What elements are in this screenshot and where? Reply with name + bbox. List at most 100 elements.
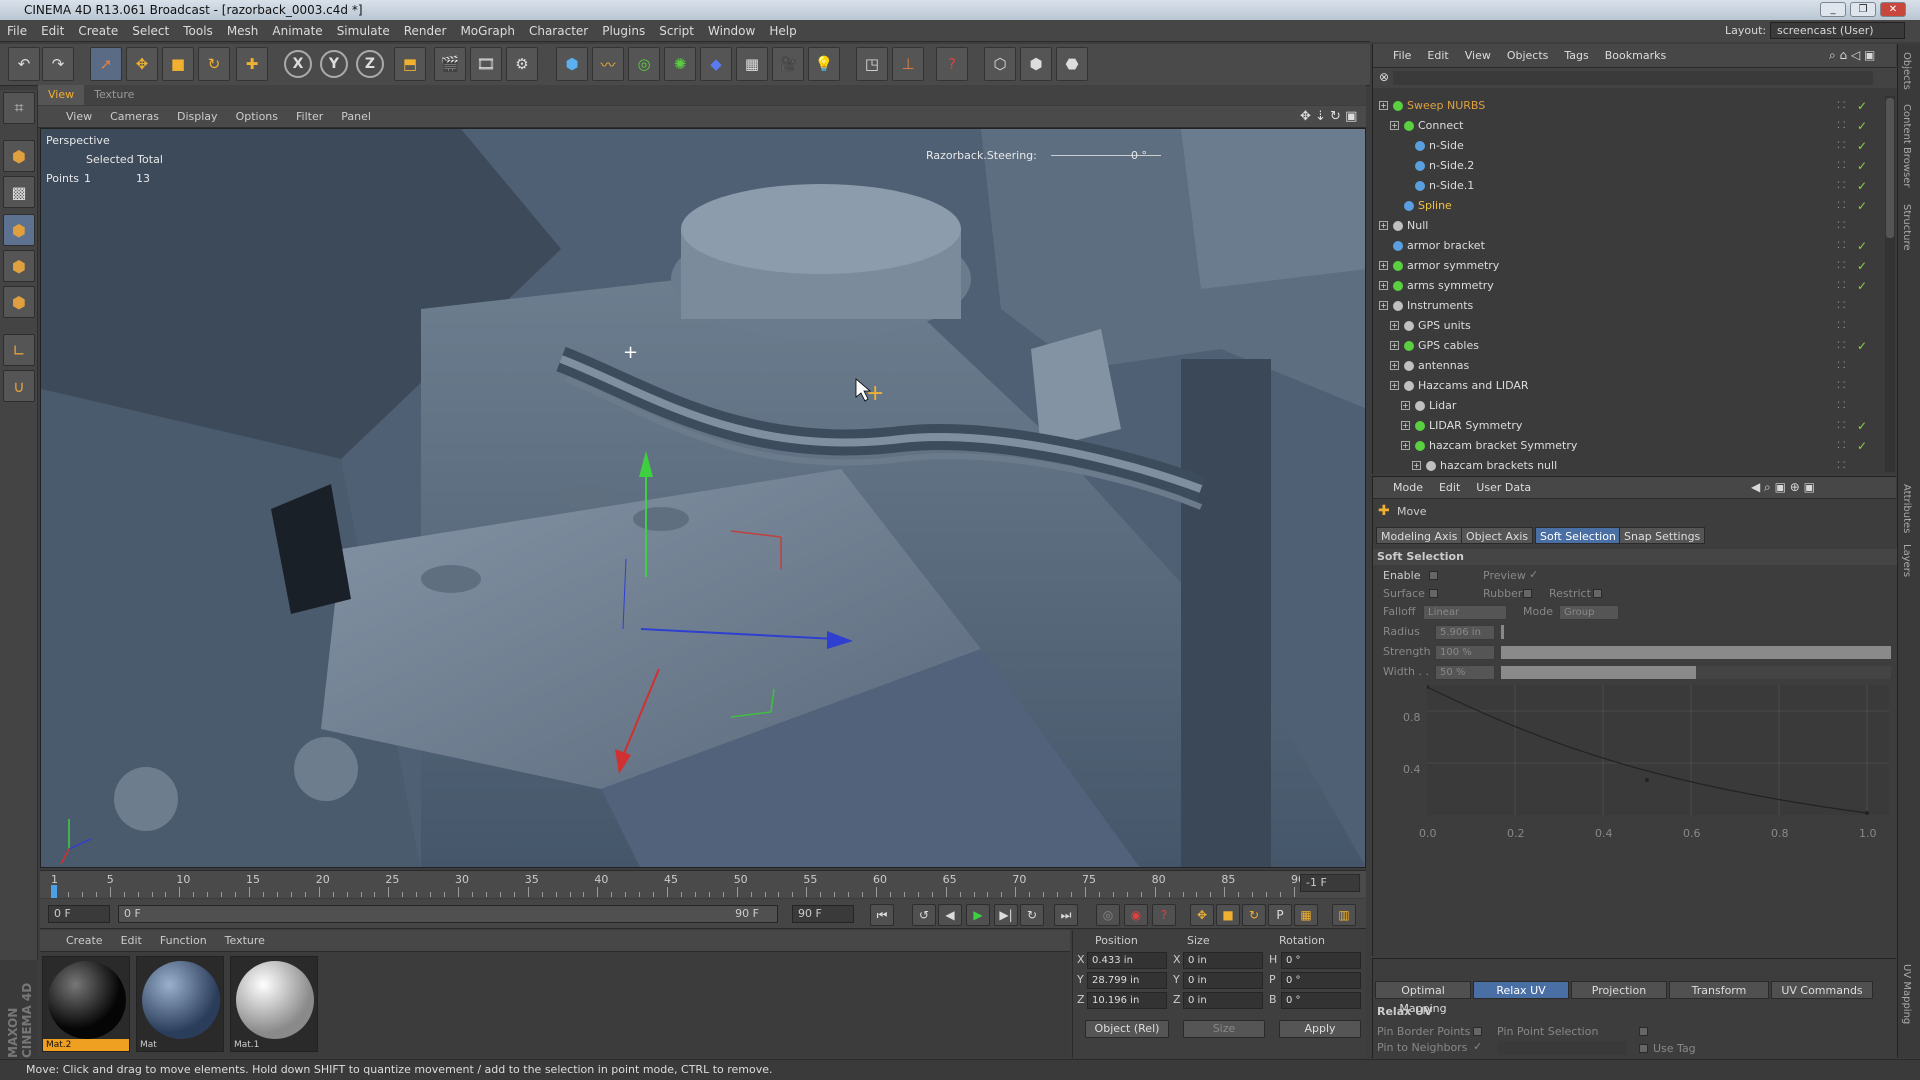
- render-region-icon[interactable]: ⬢: [1020, 47, 1052, 81]
- light-icon[interactable]: 💡: [808, 47, 840, 81]
- coordinate-system-icon[interactable]: ⬒: [394, 47, 426, 81]
- object-menu-objects[interactable]: Objects: [1499, 44, 1557, 68]
- enabled-checkmark-icon[interactable]: ✓: [1857, 116, 1867, 136]
- expand-toggle-icon[interactable]: +: [1379, 221, 1388, 230]
- render-picture-viewer-icon[interactable]: 🎞: [470, 47, 502, 81]
- object-row[interactable]: + Instruments ⁚ ⁚: [1373, 296, 1883, 316]
- visibility-dots-icon[interactable]: ⁚ ⁚: [1837, 276, 1846, 296]
- playhead[interactable]: [51, 885, 57, 898]
- help-icon[interactable]: ?: [936, 47, 968, 81]
- visibility-dots-icon[interactable]: ⁚ ⁚: [1837, 356, 1846, 376]
- visibility-dots-icon[interactable]: ⁚ ⁚: [1837, 376, 1846, 396]
- tab-snap-settings[interactable]: Snap Settings: [1619, 527, 1706, 544]
- object-row[interactable]: + Lidar ⁚ ⁚: [1373, 396, 1883, 416]
- rubber-checkbox[interactable]: [1523, 589, 1532, 598]
- menu-render[interactable]: Render: [397, 20, 454, 42]
- material-menu-function[interactable]: Function: [151, 930, 216, 952]
- object-row[interactable]: + Connect ⁚ ⁚ ✓: [1373, 116, 1883, 136]
- object-search-bar[interactable]: ⊗: [1373, 68, 1897, 88]
- pos-z-field[interactable]: 10.196 in: [1087, 992, 1167, 1009]
- step-back-icon[interactable]: ◀: [938, 904, 962, 926]
- width-field[interactable]: 50 %: [1435, 665, 1495, 680]
- previous-key-icon[interactable]: ↺: [912, 904, 936, 926]
- falloff-graph[interactable]: [1425, 685, 1889, 815]
- pos-x-field[interactable]: 0.433 in: [1087, 952, 1167, 969]
- visibility-dots-icon[interactable]: ⁚ ⁚: [1837, 216, 1846, 236]
- tab-uv-commands[interactable]: UV Commands: [1771, 981, 1873, 999]
- visibility-dots-icon[interactable]: ⁚ ⁚: [1837, 256, 1846, 276]
- menu-simulate[interactable]: Simulate: [330, 20, 397, 42]
- minimize-button[interactable]: _: [1820, 2, 1846, 17]
- viewport-menu-cameras[interactable]: Cameras: [101, 106, 168, 128]
- attribute-nav-icons[interactable]: ◀ ⌕ ▣ ⊕ ▣: [1751, 480, 1815, 495]
- enabled-checkmark-icon[interactable]: ✓: [1857, 416, 1867, 436]
- object-row[interactable]: + armor symmetry ⁚ ⁚ ✓: [1373, 256, 1883, 276]
- object-row[interactable]: + GPS cables ⁚ ⁚ ✓: [1373, 336, 1883, 356]
- record-icon[interactable]: ◎: [1096, 904, 1120, 926]
- pos-y-field[interactable]: 28.799 in: [1087, 972, 1167, 989]
- object-row[interactable]: n-Side.1 ⁚ ⁚ ✓: [1373, 176, 1883, 196]
- side-tab-layers[interactable]: Layers: [1901, 544, 1912, 577]
- object-row[interactable]: + hazcam brackets null ⁚ ⁚: [1373, 456, 1883, 472]
- visibility-dots-icon[interactable]: ⁚ ⁚: [1837, 136, 1846, 156]
- menu-select[interactable]: Select: [125, 20, 176, 42]
- width-slider[interactable]: [1501, 666, 1891, 679]
- tab-object-axis[interactable]: Object Axis: [1461, 527, 1534, 544]
- enabled-checkmark-icon[interactable]: ✓: [1857, 236, 1867, 256]
- workplane-icon[interactable]: ⊥: [892, 47, 924, 81]
- magnet-snap-icon[interactable]: ∪: [3, 370, 35, 402]
- menu-tools[interactable]: Tools: [176, 20, 220, 42]
- radius-slider[interactable]: [1501, 625, 1504, 639]
- expand-toggle-icon[interactable]: +: [1401, 401, 1410, 410]
- enabled-checkmark-icon[interactable]: ✓: [1857, 276, 1867, 296]
- material-menu-edit[interactable]: Edit: [112, 930, 151, 952]
- falloff-select[interactable]: Linear: [1423, 605, 1507, 620]
- model-mode-icon[interactable]: ⬢: [3, 140, 35, 172]
- close-button[interactable]: ✕: [1880, 2, 1906, 17]
- expand-toggle-icon[interactable]: +: [1401, 421, 1410, 430]
- apply-button[interactable]: Apply: [1279, 1020, 1361, 1038]
- menu-mograph[interactable]: MoGraph: [453, 20, 522, 42]
- expand-toggle-icon[interactable]: +: [1390, 381, 1399, 390]
- side-tab-content-browser[interactable]: Content Browser: [1901, 104, 1912, 187]
- next-key-icon[interactable]: ↻: [1020, 904, 1044, 926]
- enabled-checkmark-icon[interactable]: ✓: [1857, 256, 1867, 276]
- side-tab-attributes[interactable]: Attributes: [1901, 484, 1912, 533]
- key-point-level-icon[interactable]: ▦: [1294, 904, 1318, 926]
- menu-create[interactable]: Create: [71, 20, 125, 42]
- x-axis-lock-icon[interactable]: X: [284, 50, 312, 78]
- menu-script[interactable]: Script: [652, 20, 701, 42]
- material-swatch[interactable]: Mat.1: [230, 956, 318, 1052]
- attribute-menu-edit[interactable]: Edit: [1431, 477, 1468, 499]
- visibility-dots-icon[interactable]: ⁚ ⁚: [1837, 156, 1846, 176]
- spline-pen-icon[interactable]: 〰: [592, 47, 624, 81]
- rot-b-field[interactable]: 0 °: [1281, 992, 1361, 1009]
- current-frame-field[interactable]: -1 F: [1300, 874, 1360, 892]
- viewport-menu-options[interactable]: Options: [227, 106, 287, 128]
- tab-view[interactable]: View: [38, 85, 85, 105]
- end-frame-field[interactable]: 90 F: [792, 905, 854, 923]
- menu-window[interactable]: Window: [701, 20, 762, 42]
- enabled-checkmark-icon[interactable]: ✓: [1857, 436, 1867, 456]
- render-settings-icon[interactable]: ⚙: [506, 47, 538, 81]
- object-row[interactable]: + Null ⁚ ⁚: [1373, 216, 1883, 236]
- y-axis-lock-icon[interactable]: Y: [320, 50, 348, 78]
- visibility-dots-icon[interactable]: ⁚ ⁚: [1837, 416, 1846, 436]
- menu-mesh[interactable]: Mesh: [220, 20, 266, 42]
- steering-hud[interactable]: Razorback.Steering: 0 °: [926, 147, 1196, 165]
- key-scale-icon[interactable]: ■: [1216, 904, 1240, 926]
- visibility-dots-icon[interactable]: ⁚ ⁚: [1837, 456, 1846, 472]
- key-rotation-icon[interactable]: ↻: [1242, 904, 1266, 926]
- clear-search-icon[interactable]: ⊗: [1379, 70, 1389, 84]
- expand-toggle-icon[interactable]: +: [1379, 101, 1388, 110]
- enable-checkbox[interactable]: [1429, 571, 1438, 580]
- texture-mode-icon[interactable]: ▩: [3, 176, 35, 208]
- viewport-menu-display[interactable]: Display: [168, 106, 227, 128]
- attribute-menu-mode[interactable]: Mode: [1373, 477, 1431, 499]
- polygons-mode-icon[interactable]: ⬢: [3, 286, 35, 318]
- visibility-dots-icon[interactable]: ⁚ ⁚: [1837, 336, 1846, 356]
- expand-toggle-icon[interactable]: +: [1390, 341, 1399, 350]
- make-editable-icon[interactable]: ⌗: [3, 92, 35, 124]
- redo-icon[interactable]: ↷: [42, 47, 74, 81]
- tab-soft-selection[interactable]: Soft Selection: [1535, 527, 1621, 544]
